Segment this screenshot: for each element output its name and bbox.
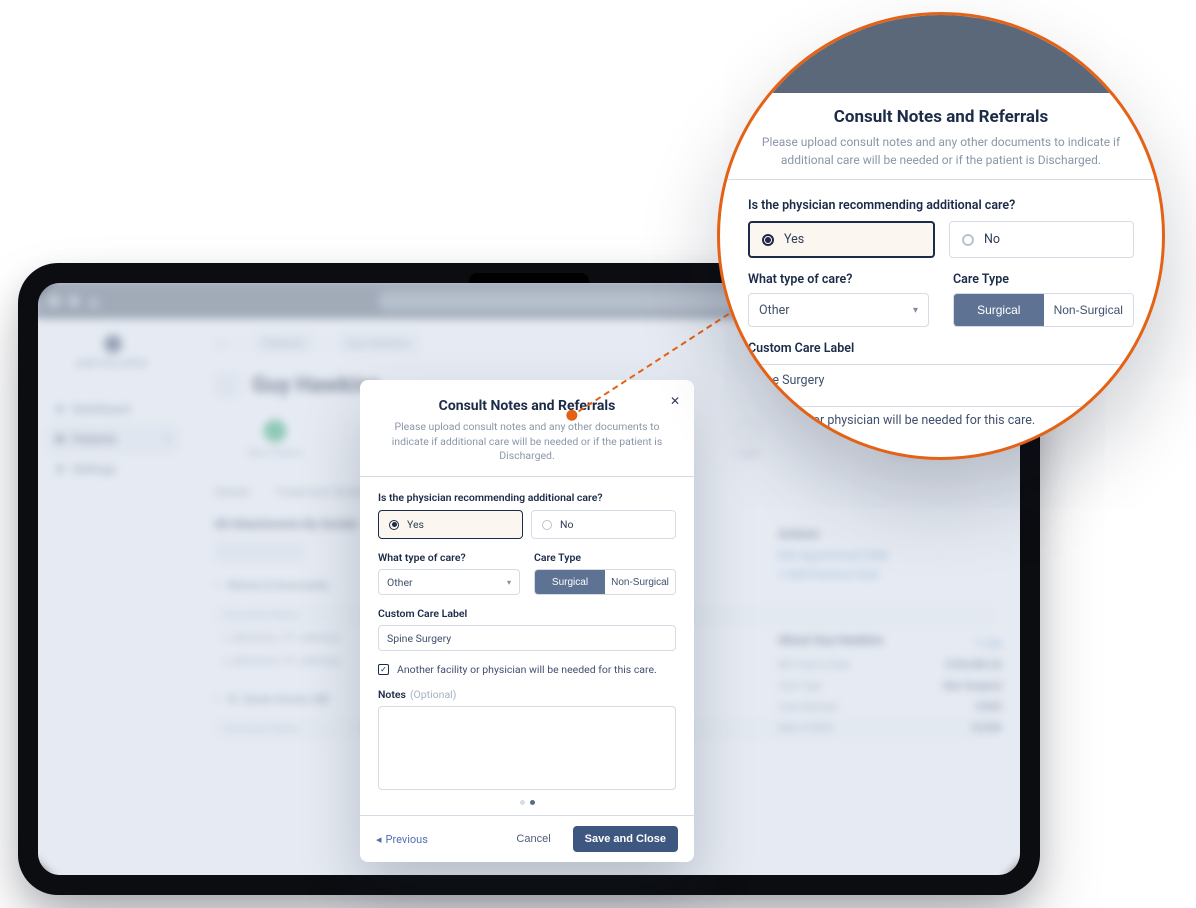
page-dot[interactable] — [520, 800, 525, 805]
step-4-icon — [737, 420, 759, 442]
care-kind-select[interactable]: Other ▾ — [378, 569, 520, 595]
bubble-care-kind-label: What type of care? — [748, 272, 929, 287]
chevron-down-icon: ▾ — [165, 434, 170, 445]
nav-dashboard[interactable]: Dashboard — [46, 394, 180, 424]
notes-textarea[interactable] — [378, 706, 676, 790]
modal-title: Consult Notes and Referrals — [380, 398, 674, 414]
sidebar: ANTELOPE Dashboard Patients▾ Settings — [38, 319, 188, 875]
crumb-root[interactable]: Patients — [253, 333, 313, 354]
bubble-radio-yes[interactable]: Yes — [748, 221, 935, 258]
page-dot-active[interactable] — [530, 800, 535, 805]
radio-yes[interactable]: Yes — [378, 510, 523, 539]
crumb-current[interactable]: Guy Hawkins — [337, 333, 421, 354]
bubble-backdrop — [720, 15, 1162, 93]
close-icon[interactable]: ✕ — [670, 394, 680, 408]
window-maximize-icon[interactable] — [88, 296, 100, 307]
brand-icon — [104, 335, 122, 353]
nav-settings[interactable]: Settings — [46, 454, 180, 484]
chevron-left-icon: ◂ — [376, 833, 382, 846]
pager — [378, 800, 676, 805]
bubble-care-type-label: Care Type — [953, 272, 1134, 287]
chevron-down-icon: ▾ — [507, 578, 511, 587]
about-edit-link[interactable]: ✎ Edit — [974, 639, 1002, 650]
custom-care-input[interactable]: Spine Surgery — [378, 625, 676, 651]
notes-label: Notes(Optional) — [378, 688, 676, 701]
step-1-icon: ✓ — [264, 420, 286, 442]
bubble-radio-no[interactable]: No — [949, 221, 1134, 258]
checkbox-icon: ✓ — [378, 664, 389, 675]
chevron-down-icon: ▾ — [913, 305, 918, 316]
bubble-nonsurgical[interactable]: Non-Surgical — [1044, 294, 1134, 326]
window-minimize-icon[interactable] — [68, 295, 80, 307]
bubble-care-kind-select[interactable]: Other ▾ — [748, 293, 929, 327]
bubble-surgical[interactable]: Surgical — [954, 294, 1044, 326]
modal-header: Consult Notes and Referrals Please uploa… — [360, 380, 694, 477]
avatar — [214, 372, 240, 398]
edit-appointment-link[interactable]: Edit Appointment Date — [778, 549, 1002, 562]
previous-button[interactable]: ◂Previous — [376, 833, 428, 846]
about-card: About Guy Hawkins ✎ Edit Bill Total to D… — [770, 625, 1010, 747]
actions-card: Actions Edit Appointment Date + Add Prev… — [770, 519, 1010, 595]
tab-details[interactable]: Details — [214, 485, 251, 499]
another-facility-check[interactable]: ✓ Another facility or physician will be … — [378, 663, 676, 676]
bubble-custom-label: Custom Care Label — [748, 341, 1134, 356]
save-close-button[interactable]: Save and Close — [573, 826, 678, 852]
care-type-nonsurgical[interactable]: Non-Surgical — [605, 570, 675, 594]
bubble-custom-value[interactable]: Spine Surgery — [748, 365, 1134, 398]
attachments-search[interactable] — [214, 541, 304, 563]
brand-name: ANTELOPE — [76, 359, 150, 370]
bubble-title: Consult Notes and Referrals — [754, 107, 1128, 127]
magnifier-bubble: Consult Notes and Referrals Please uploa… — [717, 12, 1165, 460]
modal-subtitle: Please upload consult notes and any othe… — [380, 420, 674, 464]
consult-notes-modal: Consult Notes and Referrals Please uploa… — [360, 380, 694, 862]
care-type-toggle: Surgical Non-Surgical — [534, 569, 676, 595]
care-type-surgical[interactable]: Surgical — [535, 570, 605, 594]
tab-treatment[interactable]: Treatment Details — [275, 485, 370, 499]
care-type-label: Care Type — [534, 551, 676, 564]
radio-group-additional-care: Yes No — [378, 510, 676, 539]
nav-patients[interactable]: Patients▾ — [46, 424, 180, 454]
grid-icon[interactable] — [214, 338, 230, 350]
window-close-icon[interactable] — [48, 295, 60, 307]
add-previous-link[interactable]: + Add Previous Case — [778, 568, 1002, 581]
right-column: Actions Edit Appointment Date + Add Prev… — [770, 519, 1010, 747]
bubble-q1: Is the physician recommending additional… — [748, 198, 1134, 213]
bubble-subtitle: Please upload consult notes and any othe… — [754, 133, 1128, 169]
bubble-care-type-toggle: Surgical Non-Surgical — [953, 293, 1134, 327]
cancel-button[interactable]: Cancel — [510, 832, 556, 846]
custom-care-label: Custom Care Label — [378, 607, 676, 620]
radio-no[interactable]: No — [531, 510, 676, 539]
care-kind-label: What type of care? — [378, 551, 520, 564]
question-additional-care: Is the physician recommending additional… — [378, 491, 676, 504]
brand: ANTELOPE — [46, 335, 180, 370]
